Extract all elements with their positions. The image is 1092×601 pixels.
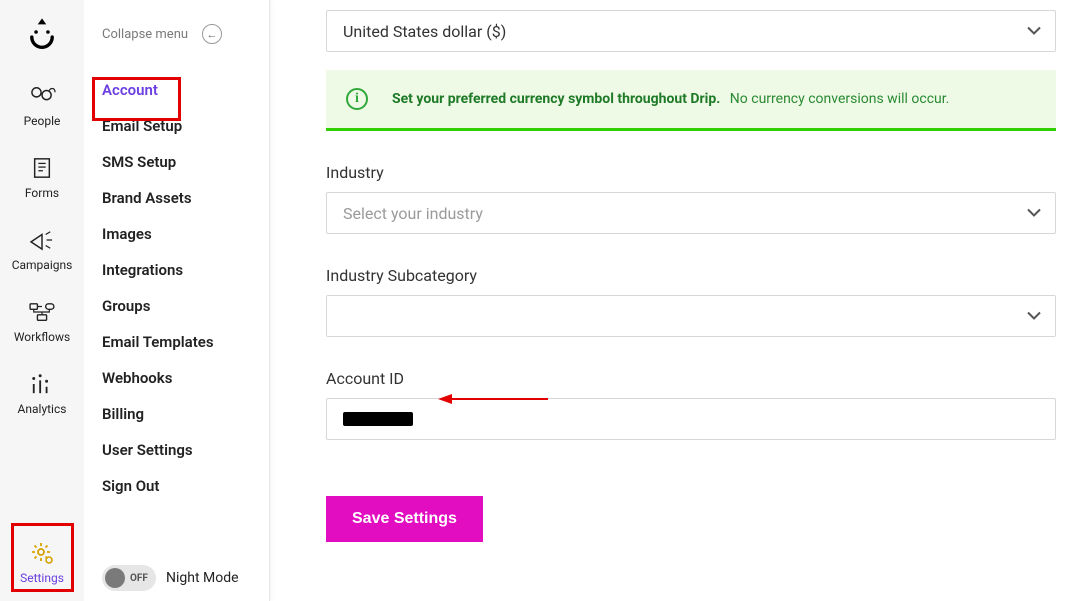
currency-value: United States dollar ($) bbox=[343, 22, 506, 41]
info-icon: i bbox=[346, 88, 368, 110]
nav-analytics[interactable]: Analytics bbox=[0, 360, 84, 432]
nav-label: Forms bbox=[25, 186, 59, 200]
night-mode-state: OFF bbox=[130, 573, 148, 584]
people-icon bbox=[27, 84, 57, 108]
nav-label: Workflows bbox=[14, 330, 70, 344]
submenu-item-user-settings[interactable]: User Settings bbox=[84, 432, 269, 468]
chevron-down-icon bbox=[1027, 209, 1041, 218]
save-settings-button[interactable]: Save Settings bbox=[326, 496, 483, 542]
industry-sub-select[interactable] bbox=[326, 295, 1056, 337]
submenu-item-sms-setup[interactable]: SMS Setup bbox=[84, 144, 269, 180]
account-id-label: Account ID bbox=[326, 369, 1056, 388]
submenu-item-billing[interactable]: Billing bbox=[84, 396, 269, 432]
annotation-box-settings bbox=[11, 523, 74, 592]
submenu-item-images[interactable]: Images bbox=[84, 216, 269, 252]
nav-forms[interactable]: Forms bbox=[0, 144, 84, 216]
chevron-down-icon bbox=[1027, 312, 1041, 321]
collapse-icon: ← bbox=[202, 24, 222, 44]
night-mode-toggle[interactable]: OFF bbox=[102, 565, 156, 591]
submenu-item-webhooks[interactable]: Webhooks bbox=[84, 360, 269, 396]
primary-nav-rail: People Forms Campaigns bbox=[0, 0, 84, 601]
industry-placeholder: Select your industry bbox=[343, 204, 483, 223]
main-content: United States dollar ($) i Set your pref… bbox=[290, 0, 1092, 601]
submenu-item-email-templates[interactable]: Email Templates bbox=[84, 324, 269, 360]
campaigns-icon bbox=[27, 228, 57, 252]
drip-logo bbox=[22, 12, 62, 52]
industry-select[interactable]: Select your industry bbox=[326, 192, 1056, 234]
submenu-item-groups[interactable]: Groups bbox=[84, 288, 269, 324]
forms-icon bbox=[27, 156, 57, 180]
nav-label: People bbox=[24, 114, 61, 128]
currency-select[interactable]: United States dollar ($) bbox=[326, 10, 1056, 52]
collapse-label: Collapse menu bbox=[102, 27, 188, 42]
annotation-box-account bbox=[92, 77, 181, 121]
account-id-field[interactable] bbox=[326, 398, 1056, 440]
collapse-menu[interactable]: Collapse menu ← bbox=[84, 18, 269, 72]
submenu-item-integrations[interactable]: Integrations bbox=[84, 252, 269, 288]
banner-bold: Set your preferred currency symbol throu… bbox=[392, 91, 720, 107]
chevron-down-icon bbox=[1027, 27, 1041, 36]
industry-label: Industry bbox=[326, 163, 1056, 182]
nav-campaigns[interactable]: Campaigns bbox=[0, 216, 84, 288]
submenu-item-sign-out[interactable]: Sign Out bbox=[84, 468, 269, 504]
analytics-icon bbox=[27, 372, 57, 396]
nav-workflows[interactable]: Workflows bbox=[0, 288, 84, 360]
submenu-item-brand-assets[interactable]: Brand Assets bbox=[84, 180, 269, 216]
nav-people[interactable]: People bbox=[0, 72, 84, 144]
industry-sub-label: Industry Subcategory bbox=[326, 266, 1056, 285]
night-mode-label: Night Mode bbox=[166, 570, 239, 586]
banner-rest: No currency conversions will occur. bbox=[730, 91, 950, 107]
currency-info-banner: i Set your preferred currency symbol thr… bbox=[326, 70, 1056, 131]
account-id-value-redacted bbox=[343, 412, 413, 426]
nav-label: Analytics bbox=[18, 402, 67, 416]
nav-label: Campaigns bbox=[12, 258, 73, 272]
workflows-icon bbox=[27, 300, 57, 324]
